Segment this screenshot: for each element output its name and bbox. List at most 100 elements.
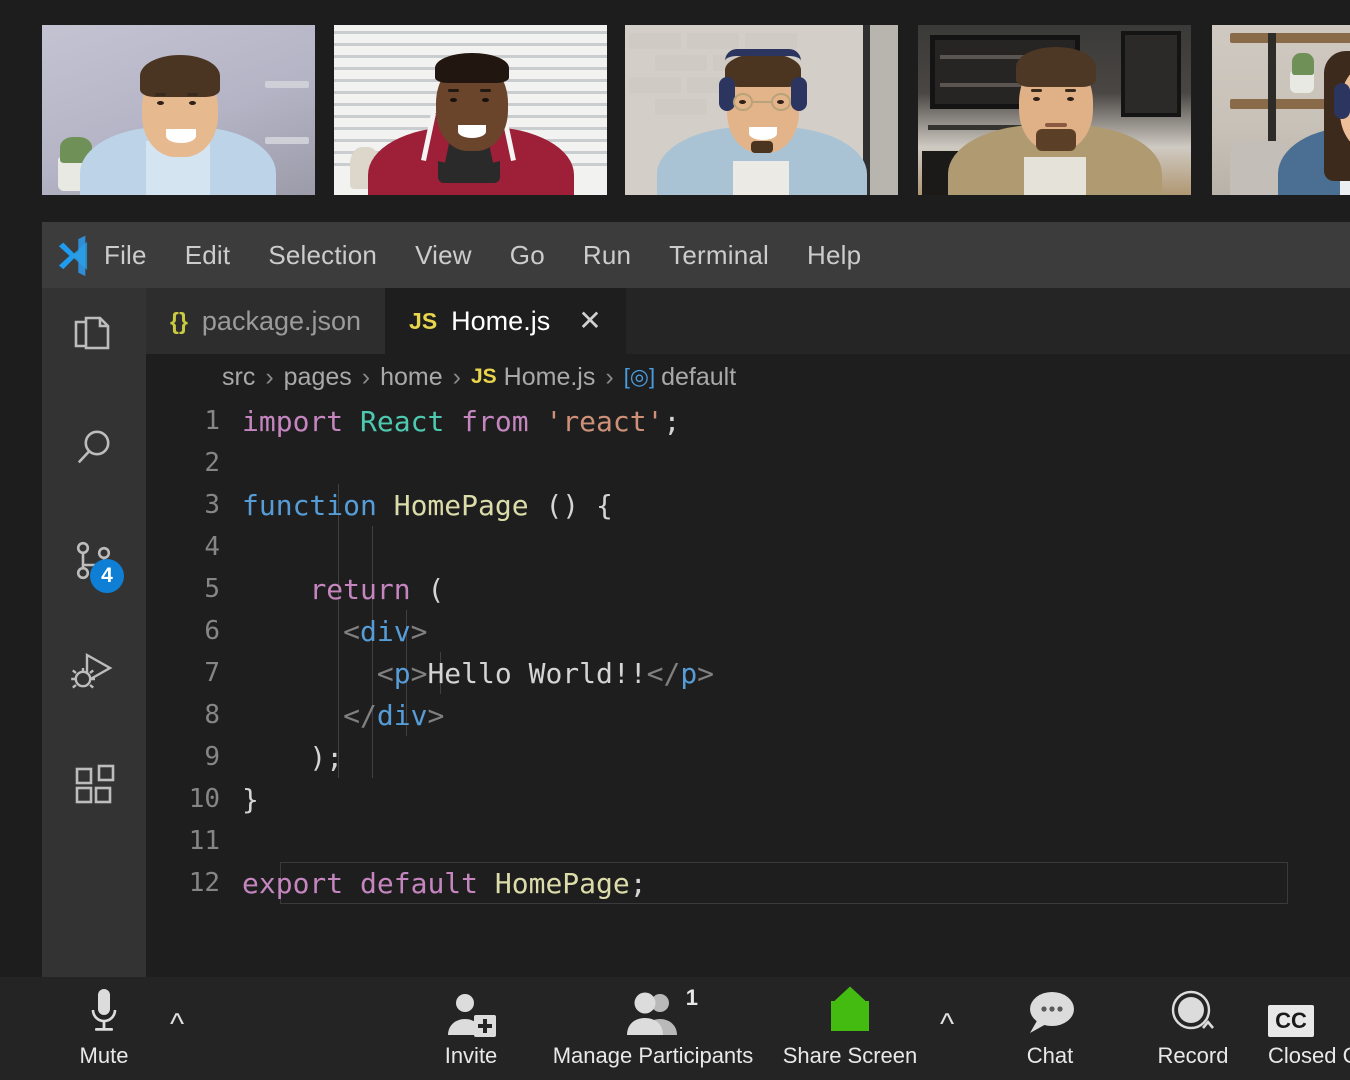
vscode-menu-bar: File Edit Selection View Go Run Terminal…: [42, 222, 1350, 288]
code-token: 'react': [545, 404, 664, 438]
tab-package-json[interactable]: {} package.json: [146, 288, 386, 354]
menu-terminal[interactable]: Terminal: [669, 240, 769, 271]
vscode-activity-bar: 4: [42, 288, 146, 977]
participant-tile-2[interactable]: [334, 25, 607, 195]
audio-options-chevron-icon[interactable]: ^: [170, 1010, 184, 1040]
participant-tile-5[interactable]: [1212, 25, 1350, 195]
closed-caption-label: Closed C: [1268, 1043, 1350, 1068]
code-line[interactable]: 8 </div>: [146, 694, 1350, 736]
invite-button[interactable]: Invite: [425, 977, 517, 1080]
code-token: Hello World!!: [427, 656, 647, 690]
editor-tab-bar: {} package.json JS Home.js ✕: [146, 288, 1350, 354]
code-line[interactable]: 5 return (: [146, 568, 1350, 610]
code-token: HomePage: [393, 488, 546, 522]
share-options-chevron-icon[interactable]: ^: [940, 1010, 954, 1040]
line-number: 11: [188, 826, 220, 856]
manage-participants-button[interactable]: 1 Manage Participants: [552, 977, 754, 1080]
line-number: 6: [204, 616, 220, 646]
share-screen-button[interactable]: Share Screen: [783, 977, 917, 1080]
code-line[interactable]: 10}: [146, 778, 1350, 820]
code-token: <: [343, 614, 361, 648]
code-line[interactable]: 4: [146, 526, 1350, 568]
breadcrumb-symbol[interactable]: default: [661, 363, 736, 392]
share-screen-up-arrow-icon: [820, 986, 880, 1037]
mute-label: Mute: [79, 1043, 129, 1068]
symbol-cube-icon: [◎]: [623, 364, 656, 389]
chevron-right-icon: ›: [361, 362, 371, 391]
menu-help[interactable]: Help: [807, 240, 861, 271]
closed-caption-button[interactable]: CC Closed C: [1268, 977, 1350, 1080]
code-token: p: [680, 656, 698, 690]
breadcrumb-file[interactable]: Home.js: [504, 363, 596, 392]
js-file-icon: JS: [409, 307, 438, 334]
chat-button[interactable]: Chat: [1002, 977, 1098, 1080]
zoom-meeting-toolbar: Mute ^ Invite 1 Manage Participants Shar…: [0, 977, 1350, 1080]
json-file-icon: {}: [170, 307, 188, 334]
microphone-icon: [87, 987, 121, 1037]
vscode-window: File Edit Selection View Go Run Terminal…: [42, 222, 1350, 977]
participant-tile-3[interactable]: [625, 25, 898, 195]
breadcrumb-src[interactable]: src: [222, 363, 255, 392]
code-line[interactable]: 3 function HomePage () {: [146, 484, 1350, 526]
explorer-files-icon: [70, 312, 118, 365]
manage-participants-label: Manage Participants: [552, 1043, 754, 1068]
code-token: ;: [629, 866, 647, 900]
breadcrumb-home[interactable]: home: [380, 363, 443, 392]
sidebar-item-run-debug[interactable]: [42, 624, 146, 724]
line-number: 2: [204, 448, 220, 478]
js-file-icon: JS: [470, 365, 497, 388]
app-root: File Edit Selection View Go Run Terminal…: [0, 0, 1350, 1080]
code-line-text: }: [242, 783, 259, 816]
code-line[interactable]: 1 import React from 'react';: [146, 400, 1350, 442]
code-line[interactable]: 7 <p>Hello World!!</p>: [146, 652, 1350, 694]
tab-home-js[interactable]: JS Home.js ✕: [385, 288, 626, 354]
code-token: default: [360, 866, 495, 900]
code-token: from: [461, 404, 546, 438]
menu-go[interactable]: Go: [510, 240, 545, 271]
menu-file[interactable]: File: [104, 240, 147, 271]
sidebar-item-explorer[interactable]: [42, 288, 146, 388]
sidebar-item-source-control[interactable]: 4: [42, 513, 146, 613]
sidebar-item-search[interactable]: [42, 400, 146, 500]
sidebar-item-extensions[interactable]: [42, 738, 146, 838]
record-button[interactable]: Record: [1142, 977, 1244, 1080]
code-line[interactable]: 2: [146, 442, 1350, 484]
code-line-text: <div>: [242, 615, 427, 648]
record-circle-icon: [1165, 987, 1221, 1037]
mute-button[interactable]: Mute: [58, 977, 150, 1080]
code-line[interactable]: 12 export default HomePage;: [146, 862, 1350, 904]
menu-selection[interactable]: Selection: [268, 240, 377, 271]
code-line-text: import React from 'react';: [242, 405, 680, 438]
code-line-text: export default HomePage;: [242, 867, 647, 900]
code-token: >: [410, 614, 428, 648]
code-editor[interactable]: 1 import React from 'react'; 2 3 function Ho…: [146, 400, 1350, 977]
code-token: </: [646, 656, 681, 690]
chat-bubble-icon: [1022, 987, 1078, 1037]
menu-edit[interactable]: Edit: [185, 240, 231, 271]
code-line[interactable]: 6 <div>: [146, 610, 1350, 652]
code-token: >: [697, 656, 715, 690]
breadcrumb-pages[interactable]: pages: [284, 363, 352, 392]
close-tab-icon[interactable]: ✕: [578, 307, 601, 335]
participant-tile-1[interactable]: [42, 25, 315, 195]
tab-label: package.json: [201, 305, 362, 336]
chat-label: Chat: [1026, 1043, 1074, 1068]
menu-run[interactable]: Run: [583, 240, 631, 271]
participant-tile-4[interactable]: [918, 25, 1191, 195]
menu-view[interactable]: View: [415, 240, 472, 271]
code-token: HomePage: [494, 866, 630, 900]
code-line-text: <p>Hello World!!</p>: [242, 657, 714, 690]
code-token: (: [410, 572, 445, 606]
code-token: function: [242, 488, 394, 522]
line-number: 1: [204, 406, 220, 436]
line-number: 7: [204, 658, 220, 688]
code-token: }: [242, 782, 259, 816]
code-line[interactable]: 11: [146, 820, 1350, 862]
code-line[interactable]: 9 );: [146, 736, 1350, 778]
line-number: 4: [204, 532, 220, 562]
record-label: Record: [1157, 1043, 1229, 1068]
line-number: 5: [204, 574, 220, 604]
code-token: p: [393, 656, 411, 690]
